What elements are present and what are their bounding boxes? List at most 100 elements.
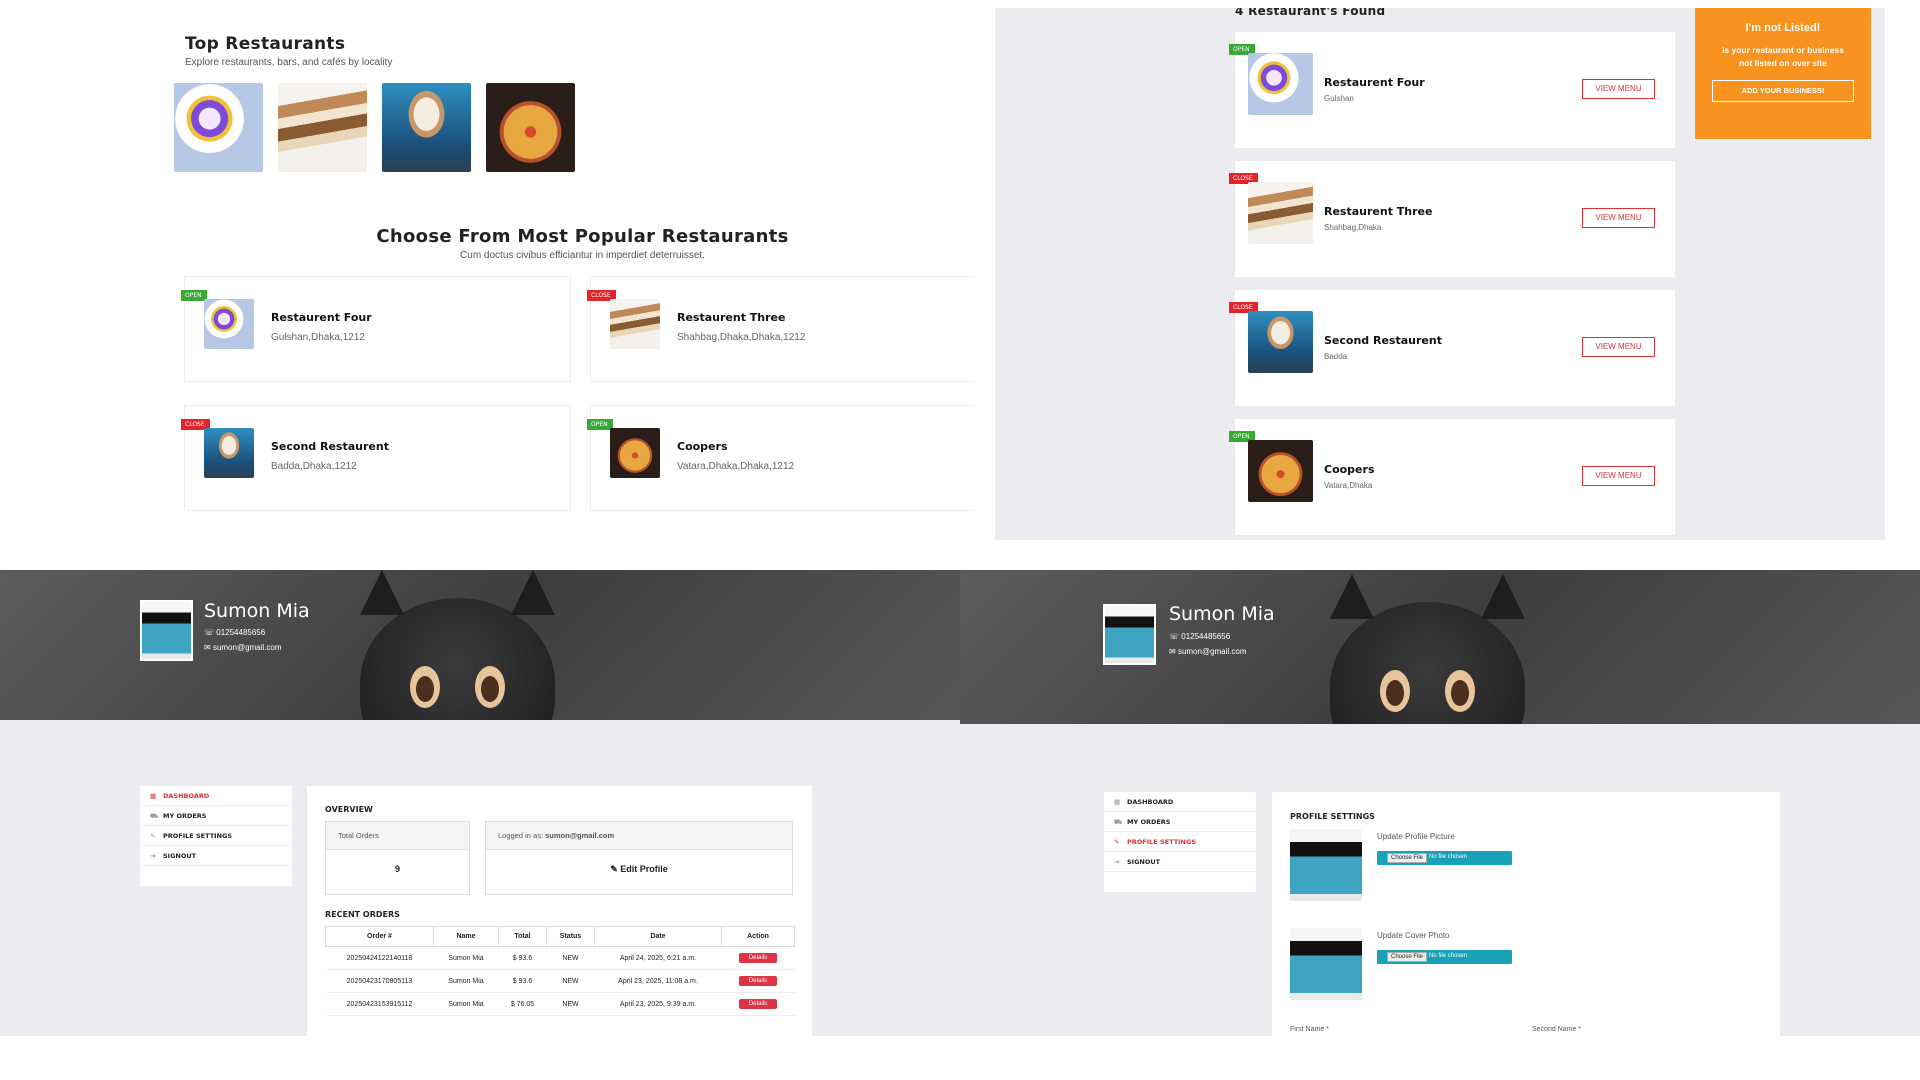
profile-settings-panel: PROFILE SETTINGS Update Profile Picture … (1272, 792, 1780, 1036)
top-thumb-pizza[interactable] (486, 83, 575, 172)
listing-card[interactable]: CLOSE Restaurent Three Shahbag,Dhaka VIE… (1229, 161, 1675, 277)
cover-photo-label: Update Cover Photo (1377, 931, 1450, 940)
sidebar-item-profile-settings[interactable]: ✎ PROFILE SETTINGS (140, 826, 292, 846)
order-number: 20250424122140118 (325, 946, 434, 970)
listing-card[interactable]: OPEN Restaurent Four Gulshan VIEW MENU (1229, 32, 1675, 148)
restaurant-name[interactable]: Restaurent Three (677, 311, 785, 324)
envelope-icon: ✉ (204, 643, 211, 652)
choose-file-button[interactable]: Choose File (1387, 952, 1428, 962)
column-header: Order # (325, 926, 434, 947)
order-total: $ 93.6 (498, 946, 547, 970)
restaurant-name[interactable]: Restaurent Four (1324, 76, 1425, 89)
sidebar-item-label: PROFILE SETTINGS (1127, 838, 1197, 846)
order-total: $ 93.6 (498, 969, 547, 993)
view-menu-button[interactable]: VIEW MENU (1582, 208, 1655, 228)
sidebar-item-label: PROFILE SETTINGS (163, 832, 233, 840)
total-orders-card: Total Orders 9 (325, 821, 470, 895)
restaurant-area: Badda (1324, 352, 1348, 361)
cover-photo-file-input[interactable]: Choose File No file chosen (1377, 950, 1512, 964)
sidebar-item-signout[interactable]: ⇥ SIGNOUT (1104, 852, 1256, 872)
view-menu-button[interactable]: VIEW MENU (1582, 79, 1655, 99)
restaurant-name[interactable]: Restaurent Four (271, 311, 372, 324)
order-number: 20250423170805113 (325, 969, 434, 993)
column-header: Date (594, 926, 722, 947)
dashboard-icon: ▦ (1114, 798, 1121, 806)
restaurant-name[interactable]: Coopers (677, 440, 728, 453)
avatar-image (1105, 606, 1154, 663)
no-file-text: No file chosen (1429, 854, 1468, 860)
order-status: NEW (546, 992, 595, 1016)
sidebar-item-dashboard[interactable]: ▦ DASHBOARD (140, 786, 292, 806)
profile-picture-file-input[interactable]: Choose File No file chosen (1377, 851, 1512, 865)
avatar-image (142, 602, 191, 659)
dashboard-icon: ▦ (150, 792, 157, 800)
no-file-text: No file chosen (1429, 953, 1468, 959)
restaurant-name[interactable]: Coopers (1324, 463, 1375, 476)
details-button[interactable]: Details (738, 999, 778, 1009)
details-button[interactable]: Details (738, 976, 778, 986)
wrench-icon: ✎ (1114, 838, 1120, 846)
promo-text: is your restaurant or business not liste… (1722, 45, 1844, 68)
order-number: 20250423153915112 (325, 992, 434, 1016)
profile-email: sumon@gmail.com (212, 643, 282, 652)
restaurant-name[interactable]: Second Restaurent (1324, 334, 1442, 347)
edit-profile-button[interactable]: ✎ Edit Profile (486, 864, 792, 875)
listing-card[interactable]: OPEN Coopers Vatara,Dhaka VIEW MENU (1229, 419, 1675, 535)
column-header: Action (721, 926, 795, 947)
logged-in-label: Logged in as: (498, 831, 544, 840)
current-cover-photo (1290, 928, 1362, 1000)
sidebar-item-my-orders[interactable]: ⛟ MY ORDERS (1104, 812, 1256, 832)
restaurant-name[interactable]: Second Restaurent (271, 440, 389, 453)
listing-page-section: 4 Restaurant's Found OPEN Restaurent Fou… (995, 8, 1885, 540)
view-menu-button[interactable]: VIEW MENU (1582, 337, 1655, 357)
avatar (1103, 604, 1156, 665)
top-thumb-icecream[interactable] (382, 83, 471, 172)
restaurant-address: Gulshan,Dhaka,1212 (271, 332, 365, 343)
restaurant-address: Vatara,Dhaka,Dhaka,1212 (677, 461, 795, 472)
recent-orders-heading: RECENT ORDERS (325, 910, 400, 919)
sidebar-item-label: MY ORDERS (1127, 818, 1171, 826)
edit-icon: ✎ (610, 864, 618, 874)
order-date: April 23, 2025, 9:39 a.m. (594, 992, 722, 1016)
edit-profile-label: Edit Profile (620, 864, 668, 874)
profile-picture-label: Update Profile Picture (1377, 832, 1455, 841)
add-business-button[interactable]: ADD YOUR BUSINESS! (1712, 80, 1854, 102)
sidebar-item-label: SIGNOUT (163, 852, 197, 860)
order-status: NEW (546, 946, 595, 970)
top-thumb-flower-dessert[interactable] (174, 83, 263, 172)
profile-phone-row: ☏ 01254485656 (1169, 632, 1230, 641)
popular-title: Choose From Most Popular Restaurants (376, 226, 789, 247)
order-name: Sumon Mia (433, 946, 499, 970)
table-row: 20250423170805113 Sumon Mia $ 93.6 NEW A… (325, 969, 795, 993)
top-thumb-cake[interactable] (278, 83, 367, 172)
restaurant-thumb (610, 428, 660, 478)
top-restaurants-subtitle: Explore restaurants, bars, and cafés by … (185, 57, 393, 68)
choose-file-button[interactable]: Choose File (1387, 853, 1428, 863)
current-profile-picture (1290, 829, 1362, 901)
status-ribbon: OPEN (587, 419, 613, 430)
sidebar-item-dashboard[interactable]: ▦ DASHBOARD (1104, 792, 1256, 812)
status-ribbon: OPEN (181, 290, 207, 301)
restaurant-name[interactable]: Restaurent Three (1324, 205, 1432, 218)
profile-name: Sumon Mia (1169, 603, 1275, 625)
popular-card[interactable]: OPEN Coopers Vatara,Dhaka,Dhaka,1212 (587, 405, 975, 511)
profile-phone: 01254485656 (1181, 632, 1231, 641)
details-button[interactable]: Details (738, 953, 778, 963)
octocat-banner-art (360, 570, 555, 720)
restaurant-thumb (1248, 182, 1313, 244)
restaurants-found-count: 4 Restaurant's Found (1235, 8, 1386, 18)
settings-sidebar-menu: ▦ DASHBOARD ⛟ MY ORDERS ✎ PROFILE SETTINGS … (1104, 792, 1256, 892)
popular-card[interactable]: CLOSE Restaurent Three Shahbag,Dhaka,Dha… (587, 276, 975, 382)
listing-card[interactable]: CLOSE Second Restaurent Badda VIEW MENU (1229, 290, 1675, 406)
sidebar-item-signout[interactable]: ⇥ SIGNOUT (140, 846, 292, 866)
sidebar-item-label: MY ORDERS (163, 812, 207, 820)
popular-card[interactable]: OPEN Restaurent Four Gulshan,Dhaka,1212 (181, 276, 571, 382)
sidebar-item-label: DASHBOARD (1127, 798, 1174, 806)
restaurant-area: Gulshan (1324, 94, 1354, 103)
view-menu-button[interactable]: VIEW MENU (1582, 466, 1655, 486)
restaurant-area: Vatara,Dhaka (1324, 481, 1373, 490)
sidebar-item-my-orders[interactable]: ⛟ MY ORDERS (140, 806, 292, 826)
popular-card[interactable]: CLOSE Second Restaurent Badda,Dhaka,1212 (181, 405, 571, 511)
restaurant-area: Shahbag,Dhaka (1324, 223, 1382, 232)
sidebar-item-profile-settings[interactable]: ✎ PROFILE SETTINGS (1104, 832, 1256, 852)
